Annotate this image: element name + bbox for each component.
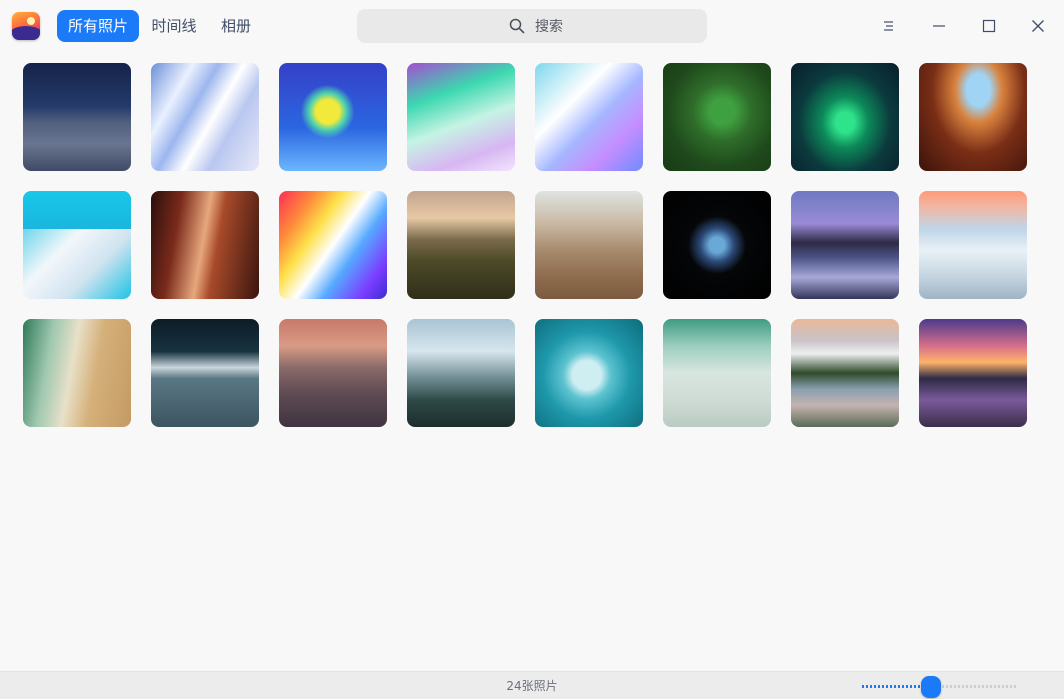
maximize-icon	[982, 19, 996, 33]
photo-thumbnail[interactable]: green-aurora	[791, 63, 899, 171]
photo-thumbnail[interactable]: red-canyon	[151, 191, 259, 299]
maximize-button[interactable]	[974, 11, 1004, 41]
minimize-button[interactable]	[924, 11, 954, 41]
zoom-slider[interactable]	[862, 676, 1016, 698]
photo-thumbnail[interactable]: rock-arch	[919, 63, 1027, 171]
photo-thumbnail[interactable]: snowy-peak	[919, 191, 1027, 299]
photo-thumbnail[interactable]: mountain-reflection	[791, 319, 899, 427]
photo-thumbnail[interactable]: rainbow-streaks	[279, 191, 387, 299]
close-button[interactable]	[1023, 11, 1053, 41]
photo-album-app-icon	[12, 12, 40, 40]
search-icon	[509, 18, 525, 34]
photo-thumbnail[interactable]: foggy-forest	[407, 319, 515, 427]
photo-thumbnail[interactable]: white-pyramid	[23, 191, 131, 299]
photo-thumbnail[interactable]: betta-fish	[663, 191, 771, 299]
status-bar: 24张照片	[0, 671, 1064, 699]
photo-thumbnail[interactable]: desert-night-dunes	[23, 63, 131, 171]
photo-thumbnail[interactable]: misty-mountain	[151, 319, 259, 427]
photo-thumbnail[interactable]: fish-whale	[279, 63, 387, 171]
menu-button[interactable]	[874, 11, 904, 41]
photo-thumbnail[interactable]: pink-dunes	[279, 319, 387, 427]
search-input[interactable]	[533, 9, 697, 45]
photo-thumbnail[interactable]: aurora-pastel	[407, 63, 515, 171]
photo-grid: desert-night-dunes white-blue-streaks fi…	[0, 51, 1064, 671]
close-icon	[1032, 20, 1044, 32]
photo-thumbnail[interactable]: mountain-sunrise	[407, 191, 515, 299]
photo-thumbnail[interactable]: hummingbird	[663, 63, 771, 171]
minimize-icon	[933, 25, 945, 27]
photo-thumbnail[interactable]: jellyfish	[535, 319, 643, 427]
menu-icon	[884, 21, 893, 31]
photo-thumbnail[interactable]: sunset-rocky-shore	[919, 319, 1027, 427]
photo-thumbnail[interactable]: desert-dunes	[535, 191, 643, 299]
tab-timeline[interactable]: 时间线	[144, 10, 204, 42]
tab-all-photos[interactable]: 所有照片	[57, 10, 139, 42]
tab-albums[interactable]: 相册	[210, 10, 262, 42]
photo-thumbnail[interactable]: bird-waterfall	[663, 319, 771, 427]
search-box[interactable]	[357, 9, 707, 45]
photo-thumbnail[interactable]: aerial-beach	[23, 319, 131, 427]
photo-thumbnail[interactable]: white-blue-streaks	[151, 63, 259, 171]
title-bar: 所有照片 时间线 相册	[0, 0, 1064, 51]
zoom-slider-handle[interactable]	[921, 676, 942, 698]
zoom-slider-fill	[862, 685, 922, 688]
photo-thumbnail[interactable]: mountain-lake	[791, 191, 899, 299]
photo-thumbnail[interactable]: pastel-swirl	[535, 63, 643, 171]
